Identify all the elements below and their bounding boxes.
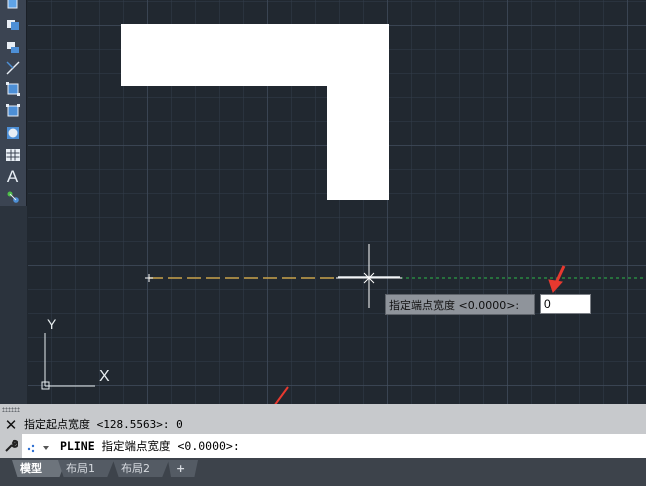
command-prompt-icon[interactable] [26,439,54,453]
command-keyword: PLINE [60,439,95,453]
annotation-arrow [548,265,566,293]
tab-model[interactable]: 模型 [12,460,66,477]
history-line: 指定起点宽度 <128.5563>: 0 [24,418,183,431]
add-layout-button[interactable]: + [168,460,198,477]
dynamic-input-field[interactable]: 0 [540,294,591,314]
dynamic-input-prompt: 指定端点宽度 <0.0000>: [385,294,535,315]
command-input-text[interactable]: PLINE 指定端点宽度 <0.0000>: [60,438,240,454]
drag-grip-icon[interactable] [2,407,20,412]
annotation-arrow [274,386,289,404]
tab-layout2[interactable]: 布局2 [113,460,169,477]
command-history: ✕ 指定起点宽度 <128.5563>: 0 [0,404,646,434]
ucs-icon [41,333,95,390]
layout-tabs-bar: 模型 布局1 布局2 + [0,458,646,486]
ucs-x-label: X [99,368,110,385]
command-line[interactable]: PLINE 指定端点宽度 <0.0000>: [0,434,646,458]
l-shape-polyline [121,24,389,200]
customize-wrench-icon[interactable] [0,434,22,458]
ucs-y-label: Y [47,316,57,332]
drawing-geometry [41,24,646,404]
tab-layout1[interactable]: 布局1 [58,460,114,477]
close-icon[interactable]: ✕ [3,417,19,433]
command-prompt: 指定端点宽度 <0.0000>: [94,439,240,453]
